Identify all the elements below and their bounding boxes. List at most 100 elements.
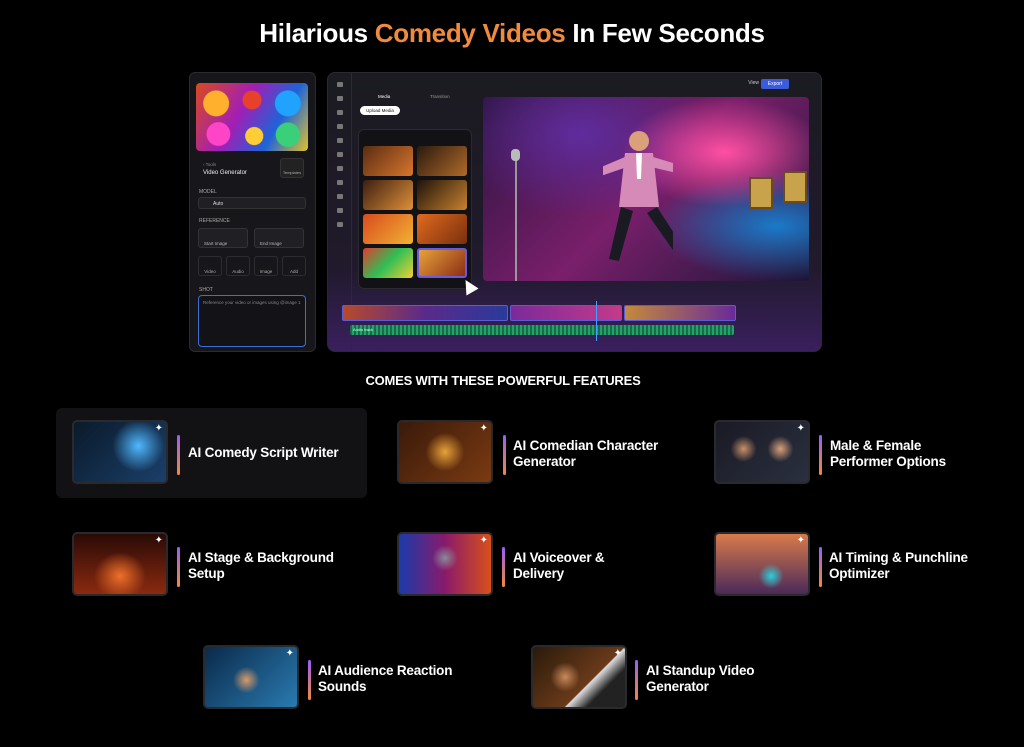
shape-icon[interactable] — [336, 138, 343, 143]
mic-stand — [515, 155, 517, 281]
shot-label: SHOT — [199, 287, 213, 293]
star-icon[interactable] — [336, 82, 343, 87]
timeline-clip[interactable] — [624, 305, 736, 321]
accent-bar — [177, 547, 180, 587]
upload-media-button[interactable]: Upload Media — [360, 106, 400, 115]
start-image-button[interactable]: Start Image — [198, 228, 248, 248]
timeline-clip[interactable] — [342, 305, 508, 321]
back-label: Tools — [205, 162, 217, 167]
media-thumbnail[interactable] — [417, 214, 467, 244]
feature-card-timing-optimizer[interactable]: ✦ AI Timing & Punchline Optimizer — [698, 520, 998, 610]
video-generator-panel: ‹ Tools Video Generator Templates MODEL … — [189, 72, 316, 352]
media-thumbnail-selected[interactable] — [417, 248, 467, 278]
video-preview[interactable] — [483, 97, 809, 281]
wall-poster — [783, 171, 807, 203]
audio-track[interactable]: Audio track — [350, 325, 734, 335]
feature-thumbnail: ✦ — [531, 645, 627, 709]
feature-label: AI Voiceover & Delivery — [513, 550, 623, 582]
feature-thumbnail: ✦ — [397, 420, 493, 484]
tools-back-link[interactable]: ‹ Tools — [203, 162, 216, 167]
sparkle-icon: ✦ — [479, 423, 488, 434]
accent-bar — [177, 435, 180, 475]
sparkle-icon: ✦ — [479, 535, 488, 546]
media-icon[interactable] — [336, 96, 343, 101]
model-select[interactable]: Auto — [198, 197, 306, 209]
end-image-button[interactable]: End Image — [254, 228, 304, 248]
feature-label: AI Comedian Character Generator — [513, 438, 683, 470]
feature-card-performer-options[interactable]: ✦ Male & Female Performer Options — [698, 408, 998, 498]
start-image-label: Start Image — [204, 241, 228, 246]
tool-add-label: Add — [289, 269, 298, 274]
media-thumbnail[interactable] — [363, 214, 413, 244]
sparkle-icon: ✦ — [154, 423, 163, 434]
title-part-2: In Few Seconds — [565, 18, 765, 48]
feature-label: AI Audience Reaction Sounds — [318, 663, 463, 695]
generator-title: Video Generator — [203, 170, 247, 176]
end-image-label: End Image — [260, 241, 282, 246]
transition-icon[interactable] — [336, 166, 343, 171]
feature-card-voiceover[interactable]: ✦ AI Voiceover & Delivery — [381, 520, 681, 610]
timeline-track[interactable] — [342, 305, 816, 323]
media-thumbnail[interactable] — [363, 180, 413, 210]
feature-thumbnail: ✦ — [72, 532, 168, 596]
feature-thumbnail: ✦ — [72, 420, 168, 484]
view-button[interactable]: View — [748, 80, 759, 86]
model-label: MODEL — [199, 189, 217, 195]
tab-media[interactable]: Media — [378, 94, 390, 99]
effects-icon[interactable] — [336, 152, 343, 157]
feature-card-character-generator[interactable]: ✦ AI Comedian Character Generator — [381, 408, 681, 498]
sparkle-icon: ✦ — [796, 423, 805, 434]
feature-label-text: AI Voiceover & Delivery — [513, 550, 605, 581]
sparkle-icon: ✦ — [796, 535, 805, 546]
image-icon[interactable] — [336, 124, 343, 129]
feature-label: AI Stage & Background Setup — [188, 550, 348, 582]
export-button[interactable]: Export — [761, 79, 789, 89]
feature-label-text: AI Comedian Character Generator — [513, 438, 659, 469]
wall-poster — [749, 177, 773, 209]
filter-icon[interactable] — [336, 194, 343, 199]
microphone-icon — [511, 149, 520, 161]
feature-label-text: AI Audience Reaction Sounds — [318, 663, 453, 694]
media-thumbnail[interactable] — [363, 146, 413, 176]
tool-video-label: Video — [204, 269, 216, 274]
feature-label-text: AI Standup Video Generator — [646, 663, 755, 694]
feature-card-script-writer[interactable]: ✦ AI Comedy Script Writer — [56, 408, 367, 498]
prompt-input[interactable]: Reference your video or images using @im… — [198, 295, 306, 347]
feature-label-text: Male & Female Performer Options — [830, 438, 946, 469]
title-part-1: Hilarious — [259, 18, 375, 48]
feature-thumbnail: ✦ — [714, 532, 810, 596]
feature-thumbnail: ✦ — [203, 645, 299, 709]
tool-video-button[interactable]: Video — [198, 256, 222, 276]
editor-topbar: View Export — [352, 73, 821, 95]
prompt-placeholder: Reference your video or images using @im… — [203, 300, 301, 305]
media-thumbnail[interactable] — [363, 248, 413, 278]
sticker-icon[interactable] — [336, 208, 343, 213]
feature-label: Male & Female Performer Options — [830, 438, 970, 470]
templates-label: Templates — [282, 170, 302, 175]
model-value: Auto — [213, 201, 224, 207]
feature-card-audience-reaction[interactable]: ✦ AI Audience Reaction Sounds — [186, 633, 497, 723]
feature-label: AI Comedy Script Writer — [188, 445, 339, 460]
media-thumbnail[interactable] — [417, 180, 467, 210]
generator-thumbnail-collage — [196, 83, 308, 151]
tool-image-button[interactable]: Image — [254, 256, 278, 276]
sparkle-icon: ✦ — [154, 535, 163, 546]
audio-icon[interactable] — [336, 180, 343, 185]
feature-card-standup-generator[interactable]: ✦ AI Standup Video Generator — [514, 633, 814, 723]
tab-transition[interactable]: Transition — [430, 94, 450, 99]
feature-label-text: AI Timing & Punchline Optimizer — [829, 550, 968, 581]
media-thumbnail[interactable] — [417, 146, 467, 176]
playhead[interactable] — [596, 301, 597, 341]
settings-icon[interactable] — [336, 222, 343, 227]
text-icon[interactable] — [336, 110, 343, 115]
tool-add-button[interactable]: Add — [282, 256, 306, 276]
accent-bar — [819, 547, 822, 587]
audio-track-label: Audio track — [353, 327, 374, 332]
page-title: Hilarious Comedy Videos In Few Seconds — [0, 18, 1024, 49]
feature-card-stage-setup[interactable]: ✦ AI Stage & Background Setup — [56, 520, 367, 610]
feature-thumbnail: ✦ — [397, 532, 493, 596]
title-accent: Comedy Videos — [374, 18, 566, 48]
timeline-clip[interactable] — [510, 305, 622, 321]
templates-button[interactable]: Templates — [280, 158, 304, 178]
tool-audio-button[interactable]: Audio — [226, 256, 250, 276]
